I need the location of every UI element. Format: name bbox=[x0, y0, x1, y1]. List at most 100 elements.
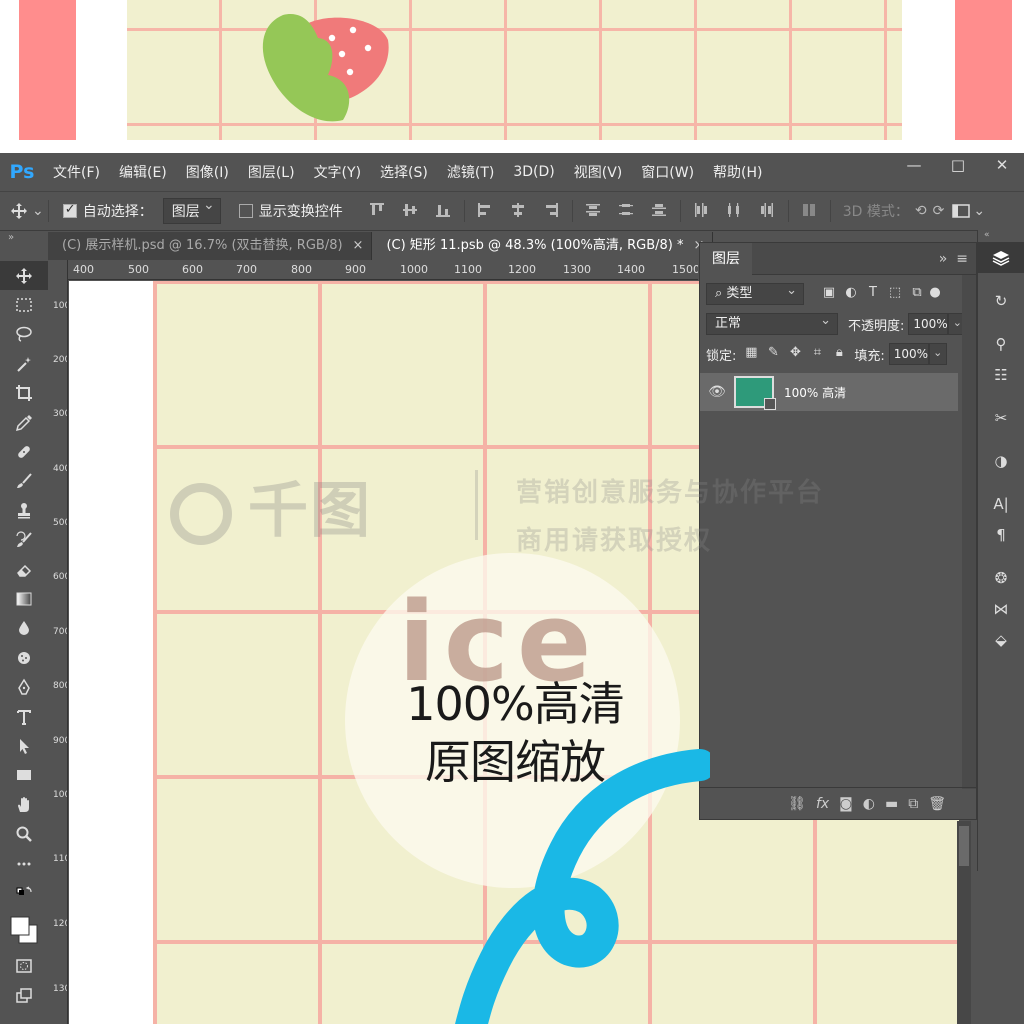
menu-file[interactable]: 文件(F) bbox=[44, 162, 110, 182]
eyedropper-tool[interactable] bbox=[0, 408, 48, 437]
adjustments-panel-icon[interactable]: ◑ bbox=[978, 445, 1024, 476]
tool-presets-icon[interactable]: ✂ bbox=[978, 402, 1024, 433]
new-layer-icon[interactable]: ⧉ bbox=[908, 796, 918, 812]
move-tool-preset[interactable]: ⌄ bbox=[10, 202, 44, 220]
workspace-button[interactable]: ⌄ bbox=[952, 203, 985, 219]
layers-scrollbar[interactable] bbox=[962, 275, 976, 789]
layer-row[interactable]: 👁︎ 100% 高清 bbox=[700, 373, 958, 411]
distribute-bottom-button[interactable] bbox=[643, 200, 676, 220]
3d-roll-icon[interactable]: ⟳ bbox=[933, 203, 945, 219]
channels-panel-icon[interactable]: ❂ bbox=[978, 562, 1024, 593]
paragraph-panel-icon[interactable]: ¶ bbox=[978, 519, 1024, 550]
adjustment-layer-icon[interactable]: ◐ bbox=[863, 796, 875, 812]
trash-icon[interactable]: 🗑︎ bbox=[928, 796, 946, 812]
properties-panel-icon[interactable]: ☷ bbox=[978, 359, 1024, 390]
character-panel-icon[interactable]: A| bbox=[978, 488, 1024, 519]
align-right-button[interactable] bbox=[535, 200, 568, 220]
collapse-dock-icon[interactable]: « bbox=[978, 230, 1024, 242]
lock-brush-icon[interactable]: ✎ bbox=[762, 345, 784, 363]
menu-type[interactable]: 文字(Y) bbox=[305, 162, 371, 182]
eraser-tool[interactable] bbox=[0, 555, 48, 584]
menu-help[interactable]: 帮助(H) bbox=[704, 162, 772, 182]
menu-view[interactable]: 视图(V) bbox=[565, 162, 633, 182]
gradient-tool[interactable] bbox=[0, 584, 48, 613]
default-colors-switch[interactable] bbox=[0, 878, 48, 907]
lock-transparent-icon[interactable]: ▦ bbox=[740, 345, 762, 363]
marquee-tool[interactable] bbox=[0, 290, 48, 319]
zoom-tool[interactable] bbox=[0, 819, 48, 848]
magic-wand-tool[interactable] bbox=[0, 349, 48, 378]
distribute-right-button[interactable] bbox=[751, 200, 784, 220]
history-brush-tool[interactable] bbox=[0, 526, 48, 555]
lock-artboard-icon[interactable]: ⌗ bbox=[806, 345, 828, 363]
show-transform-checkbox[interactable] bbox=[238, 204, 253, 218]
eye-icon[interactable]: 👁︎ bbox=[700, 384, 734, 400]
fill-dropdown-icon[interactable]: ⌄ bbox=[928, 343, 947, 365]
menu-window[interactable]: 窗口(W) bbox=[632, 162, 704, 182]
distribute-vcenter-button[interactable] bbox=[610, 200, 643, 220]
healing-brush-tool[interactable] bbox=[0, 437, 48, 466]
layers-panel-title[interactable]: 图层 bbox=[700, 242, 752, 275]
history-panel-icon[interactable]: ↻ bbox=[978, 285, 1024, 316]
paths-panel-icon[interactable]: ⋈ bbox=[978, 593, 1024, 624]
pen-tool[interactable] bbox=[0, 672, 48, 701]
minimize-button[interactable]: — bbox=[892, 153, 936, 179]
layer-name[interactable]: 100% 高清 bbox=[784, 384, 846, 401]
align-top-button[interactable] bbox=[361, 200, 394, 220]
tab-mockup[interactable]: (C) 展示样机.psd @ 16.7% (双击替换, RGB/8) × bbox=[48, 232, 373, 260]
filter-pixel-icon[interactable]: ▣ bbox=[818, 285, 840, 303]
distribute-top-button[interactable] bbox=[577, 200, 610, 220]
screen-mode-button[interactable] bbox=[0, 981, 48, 1010]
tab-rectangle[interactable]: (C) 矩形 11.psb @ 48.3% (100%高清, RGB/8) *× bbox=[372, 232, 714, 260]
lasso-tool[interactable] bbox=[0, 320, 48, 349]
panel-menu-icon[interactable]: » ≡ bbox=[939, 251, 976, 267]
blur-tool[interactable] bbox=[0, 614, 48, 643]
fx-icon[interactable]: fx bbox=[816, 796, 829, 812]
distribute-hcenter-button[interactable] bbox=[718, 200, 751, 220]
filter-adjustment-icon[interactable]: ◐ bbox=[840, 285, 862, 303]
link-layers-icon[interactable]: ⛓︎ bbox=[788, 796, 806, 812]
hand-tool[interactable] bbox=[0, 790, 48, 819]
menu-layer[interactable]: 图层(L) bbox=[239, 162, 305, 182]
align-vcenter-button[interactable] bbox=[394, 200, 427, 220]
add-mask-icon[interactable]: ◙ bbox=[839, 796, 853, 812]
filter-smart-object-icon[interactable]: ⧉ bbox=[906, 285, 928, 303]
quick-mask-button[interactable] bbox=[0, 952, 48, 981]
menu-filter[interactable]: 滤镜(T) bbox=[438, 162, 504, 182]
glyphs-panel-icon[interactable]: ⬙ bbox=[978, 624, 1024, 655]
collapse-toolbox-icon[interactable]: » bbox=[0, 232, 48, 243]
align-left-button[interactable] bbox=[469, 200, 502, 220]
align-bottom-button[interactable] bbox=[427, 200, 460, 220]
crop-tool[interactable] bbox=[0, 379, 48, 408]
blend-mode-dropdown[interactable]: 正常 bbox=[706, 311, 838, 335]
layers-panel-icon[interactable] bbox=[978, 242, 1024, 273]
brush-settings-icon[interactable]: ⚲ bbox=[978, 328, 1024, 359]
fill-input[interactable]: 100% bbox=[888, 343, 929, 365]
restore-button[interactable]: □ bbox=[936, 153, 980, 179]
close-tab-icon[interactable]: × bbox=[353, 238, 364, 253]
canvas-scrollbar[interactable] bbox=[957, 821, 971, 1024]
ruler-vertical[interactable]: 100 200 300 400 500 600 700 800 900 1000… bbox=[48, 280, 68, 1024]
filter-shape-icon[interactable]: ⬚ bbox=[884, 285, 906, 303]
menu-image[interactable]: 图像(I) bbox=[177, 162, 239, 182]
show-transform-option[interactable]: 显示变换控件 bbox=[238, 201, 343, 221]
menu-3d[interactable]: 3D(D) bbox=[504, 164, 564, 180]
ruler-horizontal[interactable]: 400 500 600 700 800 900 1000 1100 1200 1… bbox=[48, 260, 698, 280]
auto-align-button[interactable] bbox=[793, 200, 826, 220]
close-button[interactable]: ✕ bbox=[980, 153, 1024, 179]
lock-all-icon[interactable]: 🔒︎ bbox=[828, 345, 850, 363]
ruler-origin[interactable] bbox=[48, 260, 68, 280]
brush-tool[interactable] bbox=[0, 467, 48, 496]
move-tool[interactable] bbox=[0, 261, 48, 291]
filter-kind-dropdown[interactable]: ⌕ 类型 bbox=[706, 281, 804, 305]
opacity-input[interactable]: 100% bbox=[908, 313, 949, 335]
3d-orbit-icon[interactable]: ⟲ bbox=[915, 203, 927, 219]
menu-select[interactable]: 选择(S) bbox=[371, 162, 438, 182]
auto-select-checkbox[interactable] bbox=[62, 202, 77, 218]
color-swatches[interactable] bbox=[0, 908, 48, 952]
clone-stamp-tool[interactable] bbox=[0, 496, 48, 525]
menu-edit[interactable]: 编辑(E) bbox=[110, 162, 177, 182]
distribute-left-button[interactable] bbox=[685, 200, 718, 220]
more-tools[interactable] bbox=[0, 849, 48, 878]
dodge-tool[interactable] bbox=[0, 643, 48, 672]
